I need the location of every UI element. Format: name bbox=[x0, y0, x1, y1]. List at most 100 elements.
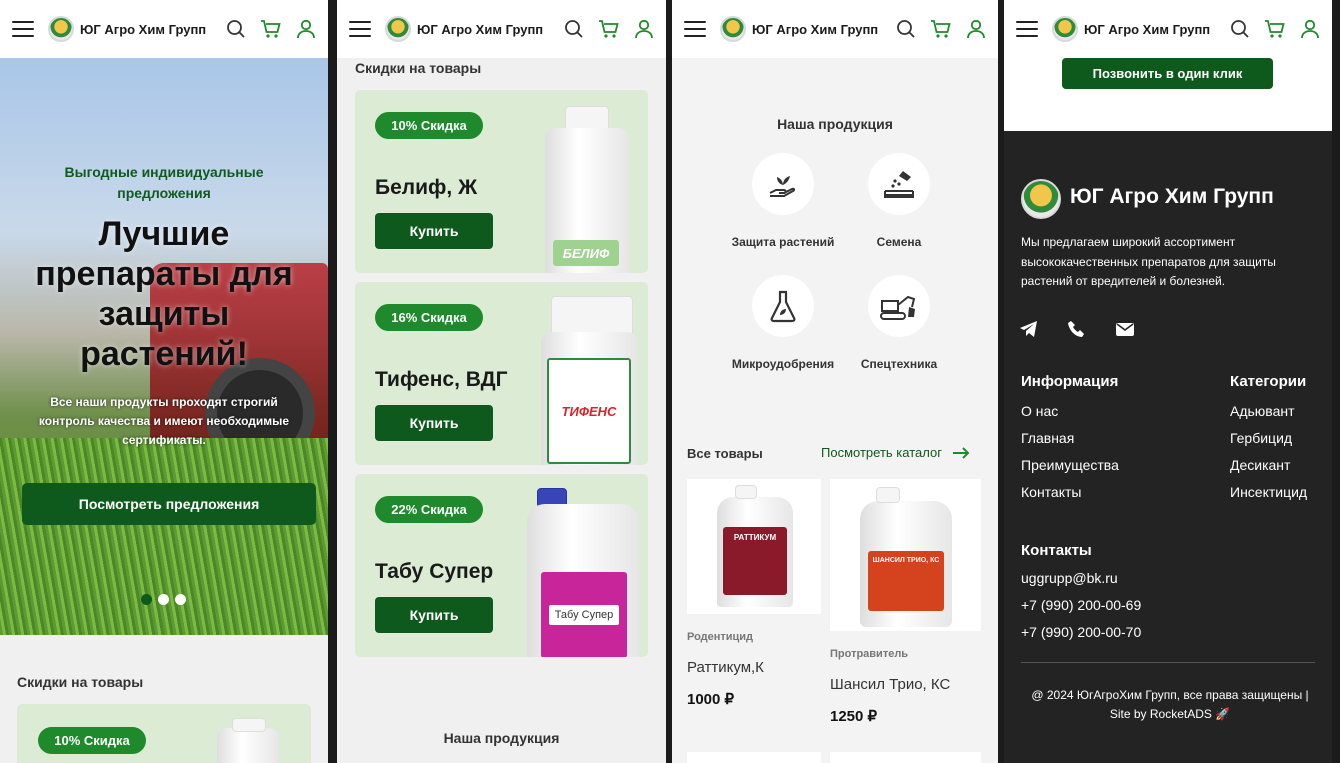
product-image-rattikum[interactable]: РАТТИКУМ bbox=[687, 479, 821, 614]
category-label: Семена bbox=[876, 235, 922, 249]
search-icon[interactable] bbox=[564, 19, 584, 39]
carousel-dot[interactable] bbox=[175, 594, 186, 605]
product-price: 1250 ₽ bbox=[830, 708, 878, 725]
user-icon[interactable] bbox=[1300, 19, 1320, 39]
discount-badge: 10% Скидка bbox=[38, 727, 146, 754]
logo-icon[interactable] bbox=[1052, 16, 1078, 42]
section-title-discounts: Скидки на товары bbox=[17, 674, 144, 690]
site-by-link[interactable]: Site by RocketADS bbox=[1110, 707, 1212, 721]
mobile-view-footer: Позвонить в один клик ЮГ Агро Хим Групп … bbox=[1004, 0, 1332, 763]
hand-plant-icon bbox=[769, 176, 796, 197]
view-offers-button[interactable]: Посмотреть предложения bbox=[22, 483, 316, 525]
carousel-dot[interactable] bbox=[158, 594, 169, 605]
cart-icon[interactable] bbox=[1264, 19, 1286, 39]
carousel-dot-active[interactable] bbox=[141, 594, 152, 605]
menu-icon[interactable] bbox=[349, 21, 371, 37]
footer-copyright: @ 2024 ЮгАгроХим Групп, все права защище… bbox=[1012, 686, 1328, 724]
footer-info-title: Информация bbox=[1021, 373, 1119, 390]
cart-icon[interactable] bbox=[260, 19, 282, 39]
canister-cap bbox=[735, 485, 757, 499]
footer-email[interactable]: uggrupp@bk.ru bbox=[1021, 570, 1118, 586]
bottle-cap bbox=[232, 718, 266, 732]
cart-icon[interactable] bbox=[598, 19, 620, 39]
bottle-label: БЕЛИФ bbox=[553, 240, 619, 266]
discount-card-belif[interactable]: 10% Скидка Белиф, Ж Купить БЕЛИФ bbox=[355, 90, 648, 273]
buy-button[interactable]: Купить bbox=[375, 405, 493, 441]
call-section: Позвонить в один клик bbox=[1004, 58, 1332, 131]
category-machinery[interactable]: Спецтехника bbox=[839, 275, 959, 371]
phone-icon[interactable] bbox=[1067, 320, 1087, 338]
call-one-click-button[interactable]: Позвонить в один клик bbox=[1062, 58, 1273, 89]
logo-icon[interactable] bbox=[385, 16, 411, 42]
all-products-title: Все товары bbox=[687, 446, 763, 461]
brand-name[interactable]: ЮГ Агро Хим Групп bbox=[752, 22, 878, 37]
header: ЮГ Агро Хим Групп bbox=[0, 0, 328, 58]
search-icon[interactable] bbox=[226, 19, 246, 39]
brand-name[interactable]: ЮГ Агро Хим Групп bbox=[80, 22, 206, 37]
bottle-cap bbox=[551, 296, 633, 336]
logo-icon[interactable] bbox=[720, 16, 746, 42]
cart-icon[interactable] bbox=[930, 19, 952, 39]
excavator-icon bbox=[880, 295, 916, 320]
mail-icon[interactable] bbox=[1115, 320, 1135, 338]
footer-link-contacts[interactable]: Контакты bbox=[1021, 484, 1081, 500]
category-plant-protection[interactable]: Защита растений bbox=[723, 153, 843, 249]
footer-link-home[interactable]: Главная bbox=[1021, 430, 1074, 446]
carousel-dots bbox=[141, 594, 186, 605]
footer-phone[interactable]: +7 (990) 200-00-70 bbox=[1021, 624, 1141, 640]
catalog-link[interactable]: Посмотреть каталог bbox=[821, 445, 970, 460]
brand-name[interactable]: ЮГ Агро Хим Групп bbox=[1084, 22, 1210, 37]
brand-name[interactable]: ЮГ Агро Хим Групп bbox=[417, 22, 543, 37]
arrow-right-icon bbox=[952, 446, 970, 459]
footer-link-herbicide[interactable]: Гербицид bbox=[1230, 430, 1292, 446]
footer-logo-icon[interactable] bbox=[1021, 179, 1061, 219]
discount-card[interactable]: 10% Скидка bbox=[17, 704, 311, 763]
search-icon[interactable] bbox=[1230, 19, 1250, 39]
discount-badge: 10% Скидка bbox=[375, 112, 483, 139]
buy-button[interactable]: Купить bbox=[375, 597, 493, 633]
user-icon[interactable] bbox=[634, 19, 654, 39]
telegram-icon[interactable] bbox=[1019, 320, 1039, 338]
product-image-shansil[interactable]: ШАНСИЛ ТРИО, КС bbox=[830, 479, 981, 631]
buy-button[interactable]: Купить bbox=[375, 213, 493, 249]
discount-badge: 22% Скидка bbox=[375, 496, 483, 523]
product-image-next[interactable] bbox=[687, 752, 821, 763]
search-icon[interactable] bbox=[896, 19, 916, 39]
copyright-text: @ 2024 ЮгАгроХим Групп, все права защище… bbox=[1031, 688, 1309, 702]
footer-phone[interactable]: +7 (990) 200-00-69 bbox=[1021, 597, 1141, 613]
mobile-view-products: Наша продукция Защита растений Семена Ми… bbox=[672, 0, 998, 763]
user-icon[interactable] bbox=[296, 19, 316, 39]
discount-badge: 16% Скидка bbox=[375, 304, 483, 331]
user-icon[interactable] bbox=[966, 19, 986, 39]
menu-icon[interactable] bbox=[12, 21, 34, 37]
category-seeds[interactable]: Семена bbox=[839, 153, 959, 249]
header: ЮГ Агро Хим Групп bbox=[337, 0, 666, 58]
product-name[interactable]: Раттикум,К bbox=[687, 659, 764, 676]
menu-icon[interactable] bbox=[684, 21, 706, 37]
category-micro-fertilizers[interactable]: Микроудобрения bbox=[723, 275, 843, 371]
product-name[interactable]: Шансил Трио, КС bbox=[830, 676, 950, 693]
menu-icon[interactable] bbox=[1016, 21, 1038, 37]
category-label: Микроудобрения bbox=[731, 357, 835, 371]
hero-description: Все наши продукты проходят строгий контр… bbox=[38, 395, 290, 447]
footer-link-desiccant[interactable]: Десикант bbox=[1230, 457, 1290, 473]
discount-card-tabu[interactable]: 22% Скидка Табу Супер Купить Табу Супер bbox=[355, 474, 648, 657]
hero-banner: Выгодные индивидуальные предложения Лучш… bbox=[0, 58, 328, 635]
footer-link-insecticide[interactable]: Инсектицид bbox=[1230, 484, 1307, 500]
footer-link-adjuvant[interactable]: Адьювант bbox=[1230, 403, 1295, 419]
category-label: Защита растений bbox=[731, 235, 835, 249]
product-image-next[interactable] bbox=[830, 752, 981, 763]
logo-icon[interactable] bbox=[48, 16, 74, 42]
footer-link-about[interactable]: О нас bbox=[1021, 403, 1058, 419]
discount-card-tifens[interactable]: 16% Скидка Тифенс, ВДГ Купить ТИФЕНС bbox=[355, 282, 648, 465]
footer-divider bbox=[1021, 662, 1315, 663]
header: ЮГ Агро Хим Групп bbox=[1004, 0, 1332, 58]
seeds-icon bbox=[884, 171, 914, 198]
product-bottle-image bbox=[217, 728, 279, 763]
footer-link-advantages[interactable]: Преимущества bbox=[1021, 457, 1119, 473]
mobile-view-discounts: Скидки на товары 10% Скидка Белиф, Ж Куп… bbox=[337, 0, 666, 763]
product-price: 1000 ₽ bbox=[687, 691, 735, 708]
canister-label: ШАНСИЛ ТРИО, КС bbox=[868, 551, 944, 611]
canister-label-text: Табу Супер bbox=[548, 605, 620, 625]
social-links bbox=[1019, 320, 1135, 338]
